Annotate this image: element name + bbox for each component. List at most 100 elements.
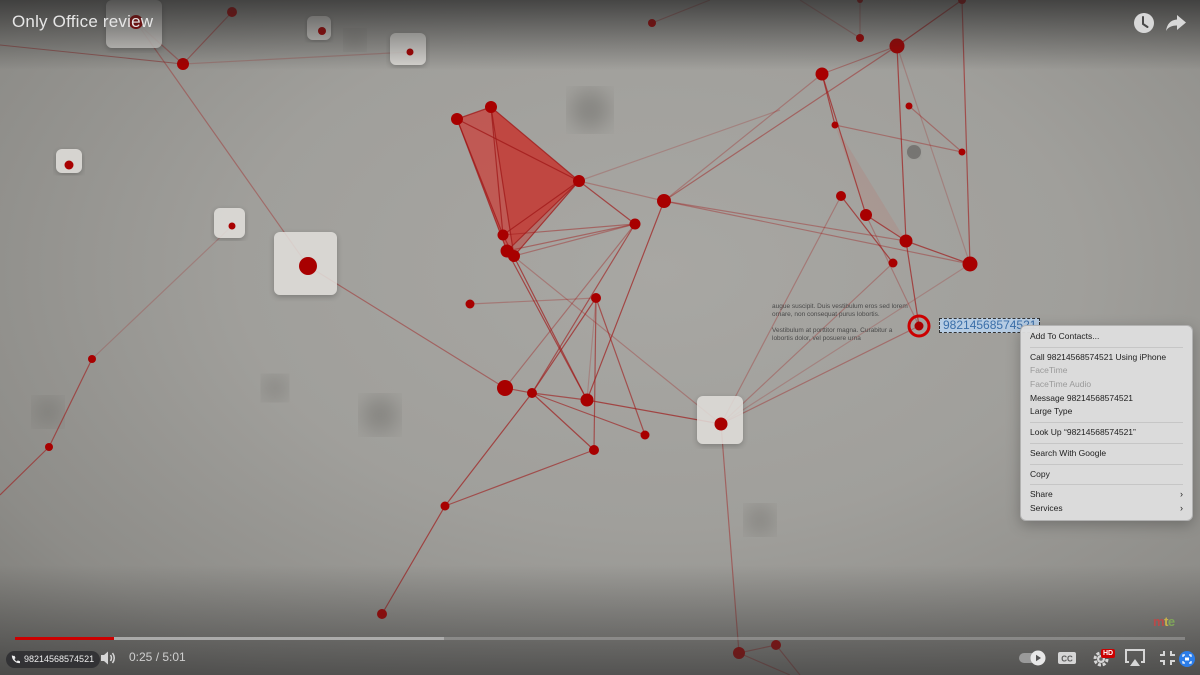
network-node xyxy=(771,640,781,650)
menu-item-message-98214568574521[interactable]: Message 98214568574521 xyxy=(1021,392,1192,406)
menu-item-label: Call 98214568574521 Using iPhone xyxy=(1030,351,1167,362)
network-node xyxy=(860,209,872,221)
network-node xyxy=(905,102,913,110)
network-edge xyxy=(531,223,636,394)
network-node xyxy=(451,113,463,125)
exit-fullscreen-button[interactable] xyxy=(1159,650,1176,671)
menu-item-label: Share xyxy=(1030,489,1053,500)
network-edge xyxy=(0,446,50,496)
menu-item-label: Copy xyxy=(1030,468,1050,479)
network-node xyxy=(591,293,601,303)
network-edge xyxy=(896,45,907,242)
menu-separator xyxy=(1030,442,1183,444)
menu-item-search-with-google[interactable]: Search With Google xyxy=(1021,447,1192,461)
network-edge xyxy=(720,423,740,654)
network-edge xyxy=(663,73,823,202)
autoplay-icon xyxy=(1019,650,1046,666)
network-node xyxy=(527,388,537,398)
network-node xyxy=(465,299,475,309)
network-node xyxy=(580,393,594,407)
network-edge xyxy=(531,297,597,394)
node-tile xyxy=(214,208,245,238)
menu-item-services[interactable]: Services › xyxy=(1021,502,1192,516)
network-node xyxy=(831,121,839,129)
phone-number-chip[interactable]: 98214568574521 xyxy=(6,651,101,668)
network-node xyxy=(962,256,978,272)
network-node xyxy=(318,27,326,35)
menu-item-label: Large Type xyxy=(1030,406,1073,417)
progress-bar[interactable] xyxy=(15,637,1185,640)
screen-capture-button[interactable] xyxy=(1179,651,1195,672)
network-edge xyxy=(663,200,971,265)
network-edge xyxy=(738,652,791,675)
network-edge xyxy=(381,505,446,615)
network-node xyxy=(836,191,846,201)
menu-separator xyxy=(1030,422,1183,424)
network-node xyxy=(958,0,966,4)
channel-watermark[interactable]: mte xyxy=(1153,614,1175,629)
network-node xyxy=(227,7,237,17)
network-node xyxy=(497,380,513,396)
network-edge xyxy=(651,0,711,24)
network-node xyxy=(629,218,641,230)
clock-icon xyxy=(1134,13,1154,33)
network-node xyxy=(815,67,829,81)
network-node xyxy=(640,430,650,440)
lorem-paragraph-2: Vestibulum at porttitor magna. Curabitur… xyxy=(772,327,893,342)
node-tile xyxy=(390,33,426,65)
menu-item-label: FaceTime xyxy=(1030,365,1068,376)
blurred-blob xyxy=(570,90,610,130)
menu-item-add-to-contacts[interactable]: Add To Contacts... xyxy=(1021,330,1192,344)
network-node xyxy=(440,501,450,511)
network-node xyxy=(888,258,898,268)
blurred-blob xyxy=(34,398,62,426)
autoplay-toggle[interactable] xyxy=(1018,650,1048,671)
network-node xyxy=(377,609,387,619)
network-edge xyxy=(834,124,963,153)
blurred-blob xyxy=(263,376,287,400)
menu-item-call-98214568574521-using-iphone[interactable]: Call 98214568574521 Using iPhone xyxy=(1021,351,1192,365)
blurred-blob xyxy=(345,30,365,50)
network-edge xyxy=(444,449,595,507)
menu-item-large-type[interactable]: Large Type xyxy=(1021,405,1192,419)
network-edge xyxy=(182,11,233,65)
menu-item-label: Search With Google xyxy=(1030,447,1107,458)
network-node xyxy=(657,194,671,208)
watch-later-button[interactable] xyxy=(1131,10,1157,36)
network-node xyxy=(45,443,53,451)
menu-item-label: Services xyxy=(1030,502,1063,513)
network-edge xyxy=(506,250,588,401)
lorem-paragraph-1: augue suscipit. Duis vestibulum eros sed… xyxy=(772,303,908,318)
network-edge xyxy=(961,0,971,265)
network-node xyxy=(648,19,656,27)
airplay-button[interactable] xyxy=(1124,648,1146,673)
menu-item-look-up-98214568574521[interactable]: Look Up “98214568574521” xyxy=(1021,426,1192,440)
network-node xyxy=(857,0,863,3)
speaker-icon xyxy=(101,651,115,665)
time-display: 0:25 / 5:01 xyxy=(129,650,186,664)
menu-item-copy[interactable]: Copy xyxy=(1021,468,1192,482)
volume-button[interactable] xyxy=(100,650,118,666)
menu-separator xyxy=(1030,346,1183,348)
exit-fullscreen-icon xyxy=(1160,651,1175,665)
menu-item-label: Look Up “98214568574521” xyxy=(1030,427,1136,438)
chevron-right-icon: › xyxy=(1180,489,1183,500)
menu-item-share[interactable]: Share › xyxy=(1021,488,1192,502)
watermark-letter-m: m xyxy=(1153,614,1165,629)
settings-button[interactable]: HD xyxy=(1092,648,1116,673)
video-player[interactable]: Only Office review augue suscipit. Duis … xyxy=(0,0,1200,675)
phone-number-text: 98214568574521 xyxy=(24,654,95,664)
blurred-blob xyxy=(362,397,398,433)
network-node xyxy=(485,101,497,113)
network-edge xyxy=(504,223,636,389)
network-edge xyxy=(821,45,898,75)
menu-item-label: Message 98214568574521 xyxy=(1030,392,1134,403)
airplay-icon xyxy=(1125,649,1145,666)
phone-icon xyxy=(11,655,20,664)
share-button[interactable] xyxy=(1163,10,1189,36)
captions-button[interactable]: CC xyxy=(1057,650,1077,671)
network-edge xyxy=(595,297,646,436)
network-node xyxy=(733,647,745,659)
menu-separator xyxy=(1030,484,1183,486)
video-title[interactable]: Only Office review xyxy=(12,12,153,32)
